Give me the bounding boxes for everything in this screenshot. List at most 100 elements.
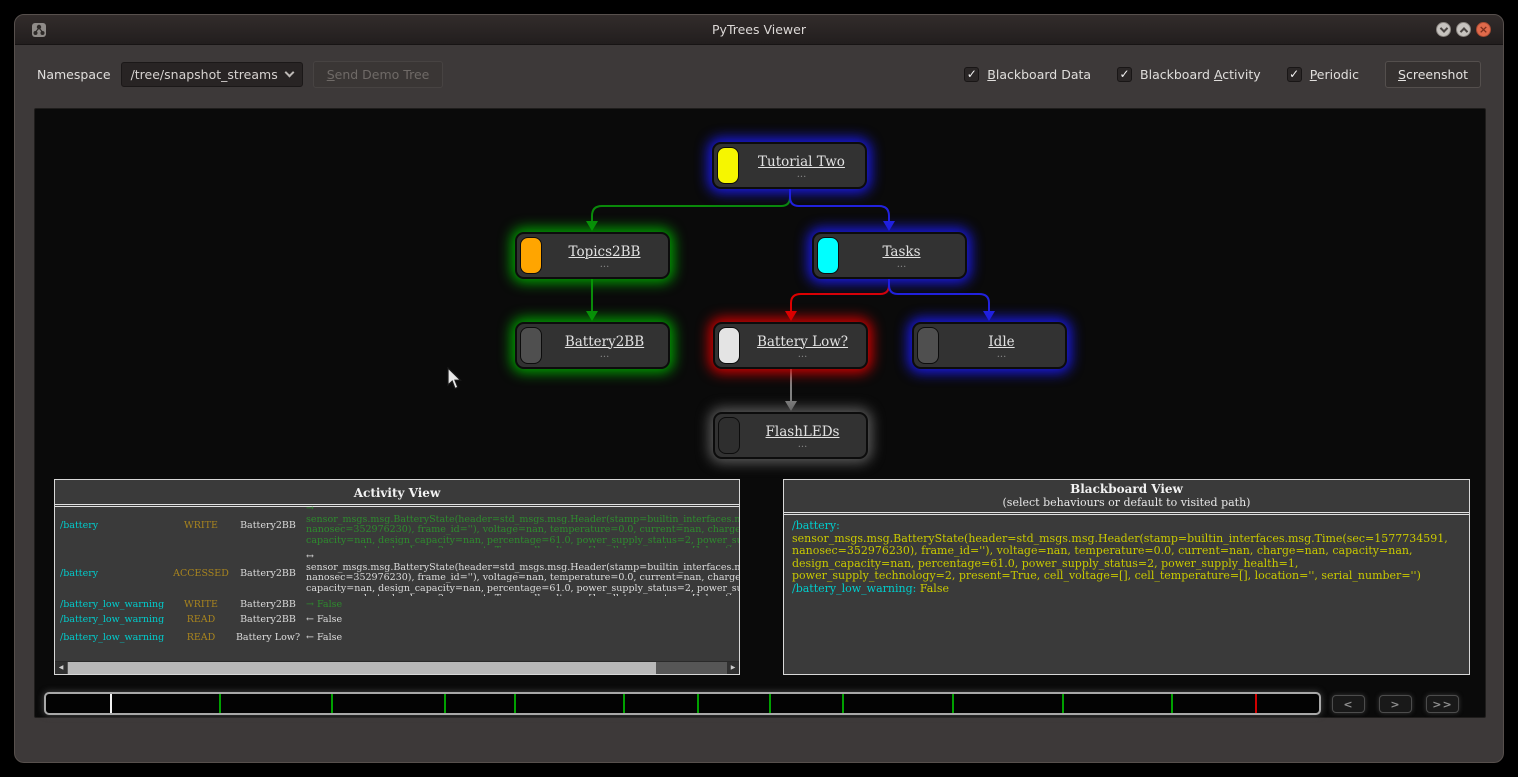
activity-behaviour: Battery2BB <box>230 521 306 532</box>
horizontal-scrollbar[interactable]: ◀ ▶ <box>55 661 739 674</box>
timeline-next-button[interactable]: > <box>1379 695 1412 713</box>
timeline-last-button[interactable]: >> <box>1426 695 1459 713</box>
tree-node-battery2bb[interactable]: Battery2BB... <box>515 322 670 369</box>
tree-node-battery-low[interactable]: Battery Low?... <box>713 322 868 369</box>
node-title: Tutorial Two <box>758 154 845 170</box>
blackboard-value: False <box>920 582 949 595</box>
checkbox-blackboard-activity[interactable]: ✓ Blackboard Activity <box>1117 67 1261 82</box>
activity-row[interactable]: /battery ACCESSED Battery2BB ↔ sensor_ms… <box>55 550 739 598</box>
activity-value: ← False <box>306 615 739 626</box>
arrowhead-icon <box>785 401 797 411</box>
blackboard-value: sensor_msgs.msg.BatteryState(header=std_… <box>792 532 1448 583</box>
node-status-pill <box>917 327 939 364</box>
node-subtitle: ... <box>797 172 807 178</box>
arrowhead-icon <box>983 311 995 321</box>
node-status-pill <box>717 147 739 184</box>
activity-value: ← False <box>306 633 739 644</box>
timeline-tick <box>769 694 771 713</box>
activity-operation: WRITE <box>172 600 230 611</box>
scroll-left-icon[interactable]: ◀ <box>55 662 67 674</box>
node-subtitle: ... <box>798 352 808 358</box>
node-subtitle: ... <box>600 262 610 268</box>
node-status-pill <box>718 417 740 454</box>
node-title: Battery2BB <box>565 334 644 350</box>
activity-variable: /battery_low_warning <box>60 633 172 644</box>
send-demo-tree-button[interactable]: Send Demo Tree <box>313 61 444 88</box>
checkbox-label: Blackboard Activity <box>1140 67 1261 82</box>
chevron-up-icon <box>1459 27 1467 35</box>
app-window: PyTrees Viewer × Namespace /tree/snapsho… <box>14 14 1504 763</box>
checkbox-icon[interactable]: ✓ <box>964 67 979 82</box>
checkbox-blackboard-data[interactable]: ✓ Blackboard Data <box>964 67 1091 82</box>
checkbox-label: Periodic <box>1310 67 1359 82</box>
scroll-right-icon[interactable]: ▶ <box>727 662 739 674</box>
window-title: PyTrees Viewer <box>15 22 1503 37</box>
activity-behaviour: Battery2BB <box>230 615 306 626</box>
timeline-tick <box>1171 694 1173 713</box>
checkbox-icon[interactable]: ✓ <box>1117 67 1132 82</box>
checkbox-icon[interactable]: ✓ <box>1287 67 1302 82</box>
blackboard-view-title: Blackboard View <box>784 482 1469 496</box>
edge-tasks-batterylow <box>791 279 889 311</box>
chevron-down-icon <box>284 68 294 78</box>
activity-behaviour: Battery2BB <box>230 569 306 580</box>
timeline-prev-button[interactable]: < <box>1332 695 1365 713</box>
tree-node-topics2bb[interactable]: Topics2BB... <box>515 232 670 279</box>
activity-row[interactable]: /battery_low_warning READ Battery2BB ← F… <box>55 613 739 628</box>
timeline-tick <box>331 694 333 713</box>
activity-row[interactable]: /battery_low_warning READ Battery Low? ←… <box>55 627 739 649</box>
activity-behaviour: Battery Low? <box>230 633 306 644</box>
timeline-tick <box>623 694 625 713</box>
checkbox-label: Blackboard Data <box>987 67 1091 82</box>
activity-behaviour: Battery2BB <box>230 600 306 611</box>
tree-node-flashleds[interactable]: FlashLEDs... <box>713 412 868 459</box>
activity-variable: /battery <box>60 569 172 580</box>
timeline-tick <box>444 694 446 713</box>
namespace-value: /tree/snapshot_streams <box>131 67 278 82</box>
edge-tutorial-tasks <box>790 189 889 221</box>
title-bar[interactable]: PyTrees Viewer × <box>15 15 1503 45</box>
tree-canvas[interactable]: Tutorial Two... Topics2BB... Tasks... Ba… <box>34 108 1486 718</box>
namespace-label: Namespace <box>37 67 111 82</box>
close-button[interactable]: × <box>1476 22 1491 37</box>
node-status-pill <box>817 237 839 274</box>
blackboard-key: /battery: <box>792 519 840 532</box>
checkbox-periodic[interactable]: ✓ Periodic <box>1287 67 1359 82</box>
activity-value: → sensor_msgs.msg.BatteryState(header=st… <box>306 504 739 548</box>
activity-operation: READ <box>172 633 230 644</box>
activity-view-title: Activity View <box>354 486 441 500</box>
activity-row[interactable]: /battery_low_warning WRITE Battery2BB → … <box>55 598 739 613</box>
maximize-button[interactable] <box>1456 22 1471 37</box>
blackboard-content: /battery: sensor_msgs.msg.BatteryState(h… <box>784 515 1469 595</box>
node-title: Tasks <box>882 244 920 260</box>
timeline-tick <box>1255 694 1257 713</box>
timeline-tick <box>514 694 516 713</box>
arrowhead-icon <box>586 311 598 321</box>
namespace-select[interactable]: /tree/snapshot_streams <box>121 62 303 87</box>
node-subtitle: ... <box>997 352 1007 358</box>
activity-row[interactable]: /battery WRITE Battery2BB → sensor_msgs.… <box>55 502 739 550</box>
activity-value: → False <box>306 600 739 611</box>
edge-tasks-idle <box>889 279 989 311</box>
blackboard-view-header: Blackboard View (select behaviours or de… <box>784 480 1469 515</box>
tree-node-tutorial-two[interactable]: Tutorial Two... <box>712 142 867 189</box>
activity-variable: /battery_low_warning <box>60 600 172 611</box>
timeline-tick <box>952 694 954 713</box>
tree-node-tasks[interactable]: Tasks... <box>812 232 967 279</box>
mouse-cursor <box>447 367 463 391</box>
node-subtitle: ... <box>600 352 610 358</box>
scrollbar-thumb[interactable] <box>68 662 656 674</box>
toolbar: Namespace /tree/snapshot_streams Send De… <box>37 59 1481 89</box>
tree-node-idle[interactable]: Idle... <box>912 322 1067 369</box>
arrowhead-icon <box>785 311 797 321</box>
activity-view-panel: Activity View /battery WRITE Battery2BB … <box>54 479 740 675</box>
close-icon: × <box>1479 24 1488 35</box>
timeline-tick <box>1062 694 1064 713</box>
timeline-tick <box>697 694 699 713</box>
screenshot-button[interactable]: Screenshot <box>1385 61 1481 88</box>
timeline[interactable] <box>44 692 1321 715</box>
minimize-button[interactable] <box>1436 22 1451 37</box>
blackboard-key: /battery_low_warning: <box>792 582 916 595</box>
node-title: Battery Low? <box>757 334 848 350</box>
blackboard-view-subtitle: (select behaviours or default to visited… <box>784 496 1469 509</box>
